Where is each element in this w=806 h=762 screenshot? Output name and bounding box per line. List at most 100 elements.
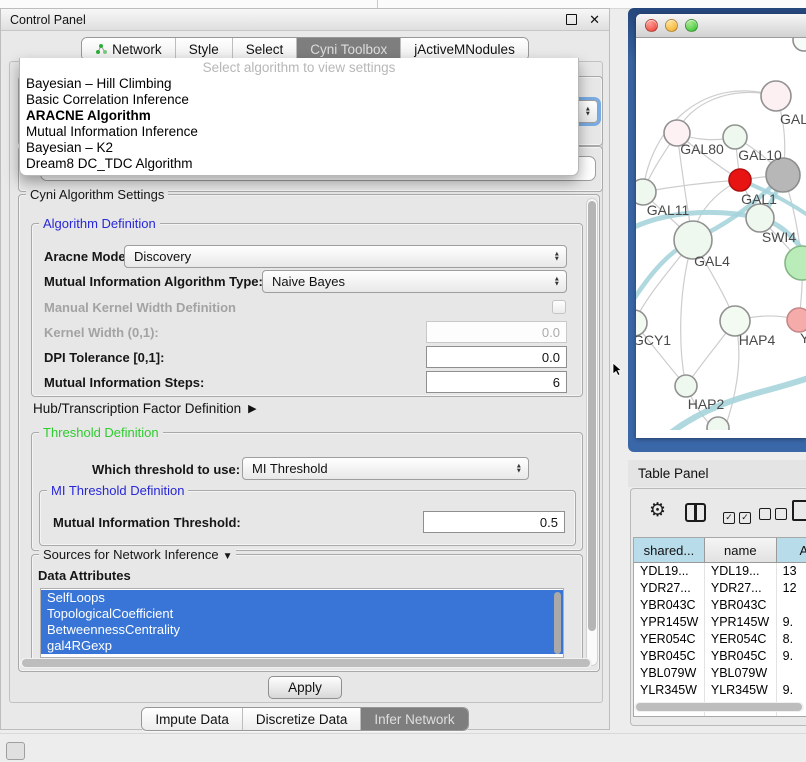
network-node-unlabeled-bottom[interactable] xyxy=(707,417,729,430)
column-header-a[interactable]: A xyxy=(777,538,806,562)
tab-label: Select xyxy=(246,42,284,57)
close-panel-icon[interactable]: ✕ xyxy=(589,14,600,26)
network-node-unlabeled-top[interactable] xyxy=(793,38,806,51)
attribute-item-betweennesscentrality[interactable]: BetweennessCentrality xyxy=(41,622,563,638)
table-cell: YBR043C xyxy=(634,597,705,614)
node-label-y: Y xyxy=(800,330,806,346)
table-row-yer054c[interactable]: YER054CYER054C8. xyxy=(634,631,806,648)
split-view-icon[interactable] xyxy=(685,503,706,522)
gear-icon[interactable]: ⚙ xyxy=(649,501,666,520)
dpi-tolerance-label: DPI Tolerance [0,1]: xyxy=(44,350,164,365)
table-row-ypr145w[interactable]: YPR145WYPR145W9. xyxy=(634,614,806,631)
table-row-ydl19[interactable]: YDL19...YDL19...13 xyxy=(634,563,806,580)
apply-button[interactable]: Apply xyxy=(268,676,342,699)
attribute-item-gal4rgexp[interactable]: gal4RGexp xyxy=(41,638,563,654)
float-panel-icon[interactable] xyxy=(566,14,577,25)
tab-jactivemnodules[interactable]: jActiveMNodules xyxy=(400,38,528,60)
which-threshold-combo[interactable]: MI Threshold ▲▼ xyxy=(242,457,529,480)
close-window-button[interactable] xyxy=(645,19,658,32)
algorithm-option-bayesian-hill-climbing[interactable]: Bayesian – Hill Climbing xyxy=(20,76,578,92)
table-cell: YPR145W xyxy=(705,614,777,631)
algorithm-option-mutual-information-inference[interactable]: Mutual Information Inference xyxy=(20,124,578,140)
hub-definition-disclosure[interactable]: Hub/Transcription Factor Definition ▶ xyxy=(33,401,257,416)
minimize-window-button[interactable] xyxy=(665,19,678,32)
table-cell: 12 xyxy=(777,580,806,597)
control-panel-titlebar: Control Panel ✕ xyxy=(1,9,609,31)
hide-columns-icon[interactable] xyxy=(759,507,791,525)
table-row-ydr27[interactable]: YDR27...YDR27...12 xyxy=(634,580,806,597)
algorithm-option-aracne-algorithm[interactable]: ARACNE Algorithm xyxy=(20,108,578,124)
tab-cyni-toolbox[interactable]: Cyni Toolbox xyxy=(296,38,400,60)
algorithm-option-bayesian-k2[interactable]: Bayesian – K2 xyxy=(20,140,578,156)
combo-arrows-icon: ▲▼ xyxy=(554,276,560,287)
table-horizontal-scrollbar-thumb[interactable] xyxy=(636,703,802,711)
network-node-swi4[interactable] xyxy=(746,204,774,232)
table-row-ybr043c[interactable]: YBR043CYBR043C xyxy=(634,597,806,614)
mi-threshold-definition-group: MI Threshold Definition Mutual Informati… xyxy=(39,490,576,546)
sources-legend: Sources for Network Inference▼ xyxy=(39,547,236,562)
settings-vertical-scrollbar[interactable] xyxy=(586,198,598,666)
bottom-tab-discretize-data[interactable]: Discretize Data xyxy=(242,708,361,730)
tab-style[interactable]: Style xyxy=(175,38,232,60)
list-scrollbar-thumb[interactable] xyxy=(554,592,561,654)
algorithm-option-basic-correlation-inference[interactable]: Basic Correlation Inference xyxy=(20,92,578,108)
column-header-shared[interactable]: shared... xyxy=(634,538,705,562)
mi-threshold-label: Mutual Information Threshold: xyxy=(53,515,241,530)
network-node-gal10[interactable] xyxy=(723,125,747,149)
bottom-tab-infer-network[interactable]: Infer Network xyxy=(360,708,467,730)
aracne-mode-combo[interactable]: Discovery ▲▼ xyxy=(124,245,567,268)
window-edge-tick xyxy=(377,0,378,8)
document-icon[interactable] xyxy=(792,500,806,521)
table-cell: YBL079W xyxy=(705,665,777,682)
dpi-tolerance-field[interactable] xyxy=(426,346,567,368)
table-row-ybl079w[interactable]: YBL079WYBL079W xyxy=(634,665,806,682)
settings-vertical-scrollbar-thumb[interactable] xyxy=(588,201,596,631)
table-row-ybr045c[interactable]: YBR045CYBR045C9. xyxy=(634,648,806,665)
show-columns-icon[interactable]: ✓✓ xyxy=(723,507,755,525)
network-node-hap2[interactable] xyxy=(675,375,697,397)
tab-label: Network xyxy=(112,42,162,57)
kernel-width-field[interactable] xyxy=(426,321,567,343)
mi-steps-field[interactable] xyxy=(426,371,567,393)
table-horizontal-scrollbar[interactable] xyxy=(634,702,804,712)
table-cell: 13 xyxy=(777,563,806,580)
data-attributes-list[interactable]: SelfLoopsTopologicalCoefficientBetweenne… xyxy=(40,588,564,658)
attribute-item-topologicalcoefficient[interactable]: TopologicalCoefficient xyxy=(41,606,563,622)
tab-label: jActiveMNodules xyxy=(414,42,515,57)
network-node-bright-green[interactable] xyxy=(785,246,806,280)
settings-horizontal-scrollbar-thumb[interactable] xyxy=(22,659,590,667)
network-node-y[interactable] xyxy=(787,308,806,332)
network-node-gal1[interactable] xyxy=(729,169,751,191)
bottom-tab-impute-data[interactable]: Impute Data xyxy=(142,708,242,730)
tab-select[interactable]: Select xyxy=(232,38,297,60)
node-label-gal80: GAL80 xyxy=(680,141,724,157)
manual-kernel-checkbox[interactable] xyxy=(552,300,566,314)
disclosure-right-icon[interactable]: ▶ xyxy=(248,402,256,415)
node-label-swi4: SWI4 xyxy=(762,229,796,245)
table-cell: YBR043C xyxy=(705,597,777,614)
network-edge[interactable] xyxy=(724,321,739,430)
network-edge[interactable] xyxy=(681,240,693,386)
zoom-window-button[interactable] xyxy=(685,19,698,32)
column-header-name[interactable]: name xyxy=(705,538,777,562)
which-threshold-value: MI Threshold xyxy=(252,461,328,476)
network-canvas[interactable]: GALGAL80GAL10GAL1GAL11SWI4GAL4GCY1HAP4YH… xyxy=(636,38,806,430)
network-node-gal[interactable] xyxy=(761,81,791,111)
network-node-gray-hub[interactable] xyxy=(766,158,800,192)
disclosure-down-icon[interactable]: ▼ xyxy=(223,551,233,562)
mi-algorithm-type-combo[interactable]: Naive Bayes ▲▼ xyxy=(262,270,567,293)
network-edge[interactable] xyxy=(643,180,740,192)
table-row-ylr345w[interactable]: YLR345WYLR345W9. xyxy=(634,682,806,699)
table-cell xyxy=(777,597,806,614)
mi-threshold-field[interactable] xyxy=(423,511,565,533)
attribute-item-selfloops[interactable]: SelfLoops xyxy=(41,590,563,606)
table-cell xyxy=(777,665,806,682)
algorithm-dropdown-list: Select algorithm to view settings Bayesi… xyxy=(19,58,579,176)
algorithm-option-dream8-dc-tdc-algorithm[interactable]: Dream8 DC_TDC Algorithm xyxy=(20,156,578,172)
node-label-gal10: GAL10 xyxy=(738,147,782,163)
network-window-titlebar[interactable] xyxy=(636,14,806,38)
settings-horizontal-scrollbar[interactable] xyxy=(20,658,592,668)
tab-network[interactable]: Network xyxy=(82,38,175,60)
table-panel-title: Table Panel xyxy=(628,460,806,487)
dock-icon[interactable] xyxy=(6,742,25,760)
